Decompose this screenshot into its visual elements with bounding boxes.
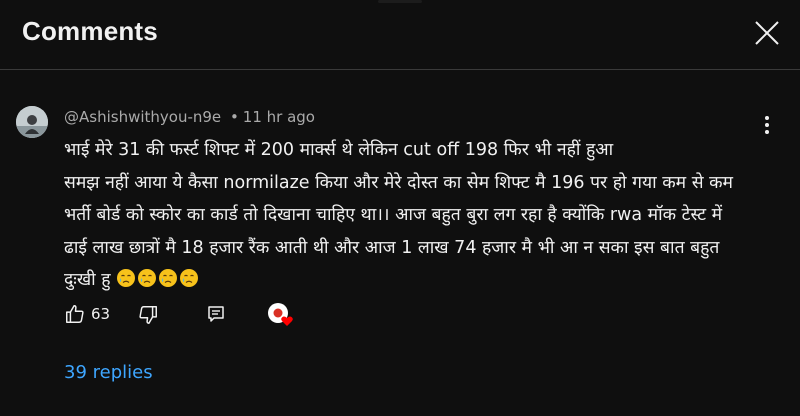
like-count: 63 xyxy=(91,305,111,323)
crying-face-emoji xyxy=(159,269,178,287)
panel-title: Comments xyxy=(22,16,158,46)
comment-meta: @Ashishwithyou-n9e • 11 hr ago xyxy=(64,108,315,126)
meta-separator: • xyxy=(229,108,239,126)
comment-line: समझ नहीं आया ये कैसा normilaze किया और म… xyxy=(64,172,733,193)
reply-icon xyxy=(208,306,224,322)
close-button[interactable] xyxy=(752,18,782,48)
comment-line: भर्ती बोर्ड को स्कोर का कार्ड तो दिखाना … xyxy=(64,205,723,225)
thumbs-up-icon xyxy=(66,305,84,323)
close-icon xyxy=(755,21,779,45)
comment-line: भाई मेरे 31 की फर्स्ट शिफ्ट में 200 मार्… xyxy=(64,140,614,160)
creator-heart-icon xyxy=(268,303,293,326)
thumbs-down-icon xyxy=(139,306,157,324)
reply-button[interactable] xyxy=(205,302,229,326)
comment-time: 11 hr ago xyxy=(242,108,315,126)
view-replies-button[interactable]: 39 replies xyxy=(64,362,153,383)
crying-face-emoji xyxy=(117,269,136,287)
crying-face-emoji xyxy=(138,269,157,287)
avatar[interactable] xyxy=(16,106,48,138)
like-button[interactable]: 63 xyxy=(64,302,124,326)
comment-line: ढाई लाख छात्रों मै 18 हजार रैंक आती थी औ… xyxy=(64,237,720,258)
more-vertical-icon xyxy=(756,116,778,134)
comments-header: Comments xyxy=(0,0,800,70)
crying-face-emoji xyxy=(180,269,199,287)
creator-heart-badge xyxy=(267,302,295,326)
dislike-button[interactable] xyxy=(137,302,161,326)
comments-panel: Comments @Ashishwithyou-n9e •11 hr ago xyxy=(0,0,800,416)
comment-line: दुःखी हु xyxy=(64,270,111,290)
comment-text: भाई मेरे 31 की फर्स्ट शिफ्ट में 200 मार्… xyxy=(64,134,780,297)
avatar-image xyxy=(16,106,48,138)
comment-last-line: दुःखी हु xyxy=(64,264,780,297)
author-handle[interactable]: @Ashishwithyou-n9e xyxy=(64,108,221,126)
comment-actions: 63 xyxy=(64,302,324,330)
